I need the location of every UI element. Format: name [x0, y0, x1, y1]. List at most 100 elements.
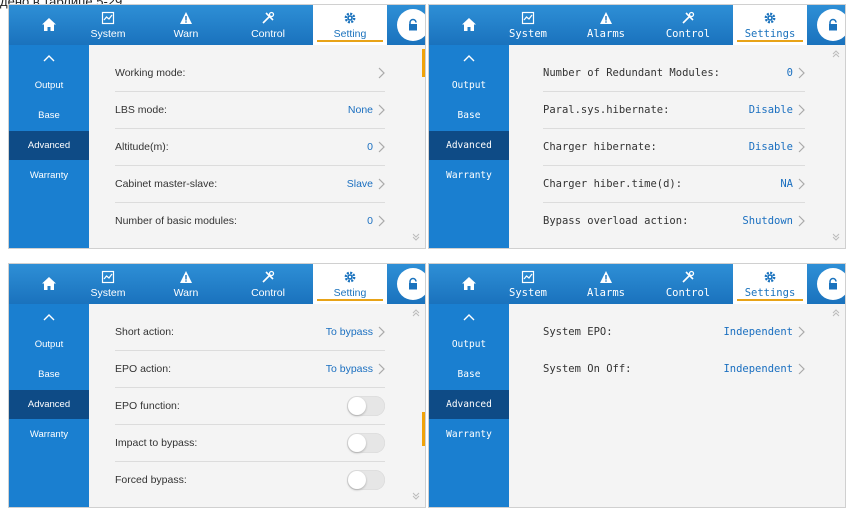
sidebar-item-advanced[interactable]: Advanced: [9, 390, 89, 419]
settings-sidebar: Output Base Advanced Warranty: [9, 45, 89, 248]
sidebar-item-advanced[interactable]: Advanced: [429, 131, 509, 160]
tab-warn[interactable]: Warn: [149, 5, 223, 45]
top-navigation-bar: System Alarms Control Settings: [429, 5, 845, 45]
tab-control[interactable]: Control: [651, 5, 725, 45]
setting-row-charger-hiber-time[interactable]: Charger hiber.time(d): NA: [543, 165, 805, 203]
tab-system-label: System: [90, 28, 126, 40]
tab-settings[interactable]: Settings: [733, 264, 807, 304]
setting-label: System EPO:: [543, 325, 613, 338]
settings-sidebar: Output Base Advanced Warranty: [9, 304, 89, 507]
sidebar-item-base[interactable]: Base: [9, 360, 89, 389]
sidebar-item-advanced[interactable]: Advanced: [429, 390, 509, 419]
sidebar-item-warranty[interactable]: Warranty: [9, 420, 89, 449]
setting-row-lbs-mode[interactable]: LBS mode: None: [115, 91, 385, 129]
chevron-right-icon: [378, 215, 385, 226]
setting-row-forced-bypass: Forced bypass:: [115, 461, 385, 498]
sidebar-item-base[interactable]: Base: [429, 101, 509, 130]
tab-system[interactable]: System: [491, 5, 565, 45]
lock-button[interactable]: [397, 9, 425, 41]
tab-settings[interactable]: Settings: [733, 5, 807, 45]
chevron-up-icon: [43, 314, 55, 321]
setting-row-short-action[interactable]: Short action: To bypass: [115, 313, 385, 351]
sidebar-item-output[interactable]: Output: [9, 71, 89, 100]
setting-value: Disable: [748, 103, 793, 116]
lock-icon: [829, 18, 837, 31]
setting-row-epo-action[interactable]: EPO action: To bypass: [115, 350, 385, 388]
setting-row-redundant-modules[interactable]: Number of Redundant Modules: 0: [543, 54, 805, 92]
setting-row-paral-sys-hibernate[interactable]: Paral.sys.hibernate: Disable: [543, 91, 805, 129]
double-chevron-down-icon: [412, 233, 420, 241]
sidebar-item-output[interactable]: Output: [429, 330, 509, 359]
setting-row-altitude[interactable]: Altitude(m): 0: [115, 128, 385, 166]
setting-row-working-mode[interactable]: Working mode:: [115, 54, 385, 92]
chevron-right-icon: [378, 363, 385, 374]
tab-control[interactable]: Control: [651, 264, 725, 304]
scroll-down-button[interactable]: [411, 232, 421, 242]
double-chevron-up-icon: [832, 50, 840, 58]
sidebar-item-output[interactable]: Output: [9, 330, 89, 359]
sidebar-item-base[interactable]: Base: [429, 360, 509, 389]
sidebar-item-output[interactable]: Output: [429, 71, 509, 100]
setting-row-bypass-overload-action[interactable]: Bypass overload action: Shutdown: [543, 202, 805, 239]
scroll-up-button[interactable]: [831, 49, 841, 59]
double-chevron-down-icon: [412, 492, 420, 500]
tab-setting[interactable]: Setting: [313, 264, 387, 304]
active-tab-indicator: [317, 299, 383, 301]
setting-value: Shutdown: [742, 214, 793, 227]
tab-setting[interactable]: Setting: [313, 5, 387, 45]
tab-system[interactable]: System: [71, 264, 145, 304]
scrollbar-thumb[interactable]: [422, 412, 425, 446]
scroll-down-button[interactable]: [411, 491, 421, 501]
sidebar-item-advanced[interactable]: Advanced: [9, 131, 89, 160]
setting-label: Working mode:: [115, 66, 186, 79]
toggle-knob: [348, 396, 366, 415]
sidebar-scroll-up[interactable]: [429, 45, 509, 71]
lock-button[interactable]: [397, 268, 425, 300]
sidebar-item-warranty[interactable]: Warranty: [429, 420, 509, 449]
sidebar-scroll-up[interactable]: [9, 304, 89, 330]
sidebar-scroll-up[interactable]: [9, 45, 89, 71]
tab-control-label: Control: [251, 287, 285, 299]
warning-icon: [600, 12, 612, 24]
forced-bypass-toggle[interactable]: [347, 469, 385, 490]
scrollbar-thumb[interactable]: [422, 49, 425, 77]
chevron-right-icon: [798, 178, 805, 189]
setting-row-basic-modules[interactable]: Number of basic modules: 0: [115, 202, 385, 239]
double-chevron-down-icon: [832, 233, 840, 241]
setting-label: EPO function:: [115, 399, 180, 412]
system-chart-icon: [101, 11, 115, 25]
settings-screen-advanced-1: System Warn Control Setting Output Base …: [8, 4, 426, 249]
tab-control[interactable]: Control: [231, 5, 305, 45]
sidebar-scroll-up[interactable]: [429, 304, 509, 330]
tab-system[interactable]: System: [71, 5, 145, 45]
sidebar-item-warranty[interactable]: Warranty: [9, 161, 89, 190]
sidebar-item-warranty[interactable]: Warranty: [429, 161, 509, 190]
tab-control[interactable]: Control: [231, 264, 305, 304]
tab-warn-label: Warn: [173, 28, 199, 40]
tab-system[interactable]: System: [491, 264, 565, 304]
chevron-right-icon: [378, 141, 385, 152]
scroll-up-button[interactable]: [831, 308, 841, 318]
epo-function-toggle[interactable]: [347, 395, 385, 416]
setting-value: To bypass: [325, 362, 373, 375]
setting-row-cabinet-master-slave[interactable]: Cabinet master-slave: Slave: [115, 165, 385, 203]
top-navigation-bar: System Warn Control Setting: [9, 5, 425, 45]
tab-alarms[interactable]: Alarms: [569, 5, 643, 45]
tab-warn[interactable]: Warn: [149, 264, 223, 304]
tab-alarms[interactable]: Alarms: [569, 264, 643, 304]
chevron-right-icon: [798, 363, 805, 374]
setting-value: 0: [367, 214, 373, 227]
toggle-knob: [348, 433, 366, 452]
lock-button[interactable]: [817, 268, 845, 300]
setting-row-system-epo[interactable]: System EPO: Independent: [543, 313, 805, 350]
scroll-down-button[interactable]: [831, 232, 841, 242]
setting-row-charger-hibernate[interactable]: Charger hibernate: Disable: [543, 128, 805, 166]
active-tab-indicator: [737, 40, 803, 42]
sidebar-item-base[interactable]: Base: [9, 101, 89, 130]
lock-button[interactable]: [817, 9, 845, 41]
setting-row-system-on-off[interactable]: System On Off: Independent: [543, 350, 805, 387]
impact-to-bypass-toggle[interactable]: [347, 432, 385, 453]
setting-row-epo-function: EPO function:: [115, 387, 385, 425]
toggle-knob: [348, 470, 366, 489]
scroll-up-button[interactable]: [411, 308, 421, 318]
